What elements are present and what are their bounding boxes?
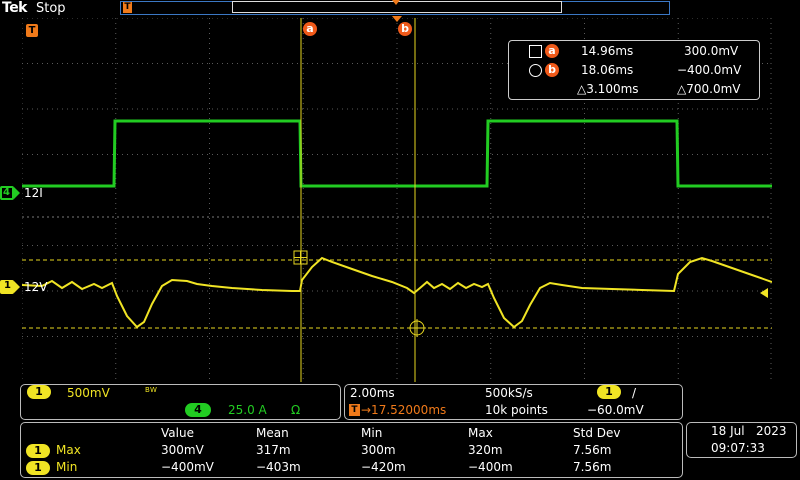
measure-row-name: Max — [56, 443, 81, 457]
measure-header-min: Min — [361, 426, 383, 440]
record-center-marker-icon — [392, 0, 400, 5]
ch1-ground-marker[interactable]: 1 — [0, 280, 14, 294]
ch4-termination: Ω — [291, 403, 301, 417]
cursor-b-readout-badge: b — [545, 63, 559, 77]
cursor-a-square-icon — [529, 45, 542, 58]
cursor-delta-value: △700.0mV — [677, 82, 741, 96]
measure-cell: 300m — [361, 443, 396, 457]
trigger-time-marker-icon[interactable]: T — [26, 24, 38, 37]
measure-header-mean: Mean — [256, 426, 289, 440]
trigger-slope-icon: / — [632, 386, 637, 400]
measure-header-std-dev: Std Dev — [573, 426, 621, 440]
cursor-b-badge[interactable]: b — [398, 22, 412, 36]
ch4-label: 12I — [24, 186, 43, 200]
table-row[interactable]: 1 Max 300mV 317m 300m 320m 7.56m — [21, 443, 681, 459]
measure-cell: 7.56m — [573, 460, 612, 474]
cursor-a-value: 300.0mV — [684, 44, 739, 58]
cursor-readout-box: a 14.96ms 300.0mV b 18.06ms −400.0mV △3.… — [508, 40, 760, 100]
measure-cell: 317m — [256, 443, 291, 457]
table-row[interactable]: 1 Min −400mV −403m −420m −400m 7.56m — [21, 460, 681, 476]
trigger-level[interactable]: −60.0mV — [587, 403, 644, 417]
cursor-b-value: −400.0mV — [677, 63, 742, 77]
trigger-position-marker: T — [123, 2, 132, 13]
trigger-level-arrow-icon[interactable] — [760, 288, 768, 298]
cursor-delta-time: △3.100ms — [577, 82, 639, 96]
measure-row-chip: 1 — [26, 444, 50, 458]
measure-cell: 300mV — [161, 443, 204, 457]
ch4-scale[interactable]: 25.0 A — [228, 403, 267, 417]
timebase-trigger-panel[interactable]: 2.00ms 500kS/s 1 / T →17.52000ms 10k poi… — [344, 384, 683, 420]
measure-cell: −400mV — [161, 460, 214, 474]
horizontal-scale[interactable]: 2.00ms — [350, 386, 395, 400]
trigger-source-chip[interactable]: 1 — [597, 385, 621, 399]
measure-cell: 320m — [468, 443, 503, 457]
run-state-label[interactable]: Stop — [36, 1, 66, 16]
ch1-marker-tip-icon — [14, 281, 20, 293]
ch1-scale[interactable]: 500mV — [67, 386, 110, 400]
cursor-b-circle-icon — [529, 64, 542, 77]
measure-header-max: Max — [468, 426, 493, 440]
ch1-label: 12V — [24, 280, 48, 294]
measure-cell: 7.56m — [573, 443, 612, 457]
cursor-b-top-arrow-icon — [392, 16, 402, 22]
sample-rate: 500kS/s — [485, 386, 533, 400]
trigger-position[interactable]: →17.52000ms — [361, 403, 446, 417]
time-label: 09:07:33 — [711, 441, 765, 455]
ch1-number: 1 — [4, 280, 11, 291]
ch4-chip[interactable]: 4 — [185, 403, 211, 417]
ch4-ground-marker[interactable]: 4 — [0, 186, 14, 200]
measurement-table[interactable]: Value Mean Min Max Std Dev 1 Max 300mV 3… — [20, 422, 683, 478]
tek-logo: Tek — [2, 0, 28, 16]
date-time-display[interactable]: 18 Jul 2023 09:07:33 — [686, 422, 797, 458]
cursor-a-readout-badge: a — [545, 44, 559, 58]
bandwidth-limit-flag: B W — [145, 386, 157, 394]
measure-cell: −403m — [256, 460, 301, 474]
trigger-position-icon: T — [349, 404, 360, 416]
date-label: 18 Jul 2023 — [711, 424, 787, 438]
cursor-a-badge[interactable]: a — [303, 22, 317, 36]
channel-settings-panel[interactable]: 1 500mV B W 4 25.0 A Ω — [20, 384, 341, 420]
measure-header-value: Value — [161, 426, 194, 440]
ch4-marker-tip-icon — [14, 187, 20, 199]
measure-cell: −420m — [361, 460, 406, 474]
cursor-b-time: 18.06ms — [581, 63, 634, 77]
measure-row-chip: 1 — [26, 461, 50, 475]
ch1-chip[interactable]: 1 — [27, 385, 51, 399]
measure-row-name: Min — [56, 460, 78, 474]
ch4-number: 4 — [3, 187, 10, 198]
record-length: 10k points — [485, 403, 548, 417]
measure-cell: −400m — [468, 460, 513, 474]
cursor-a-time: 14.96ms — [581, 44, 634, 58]
